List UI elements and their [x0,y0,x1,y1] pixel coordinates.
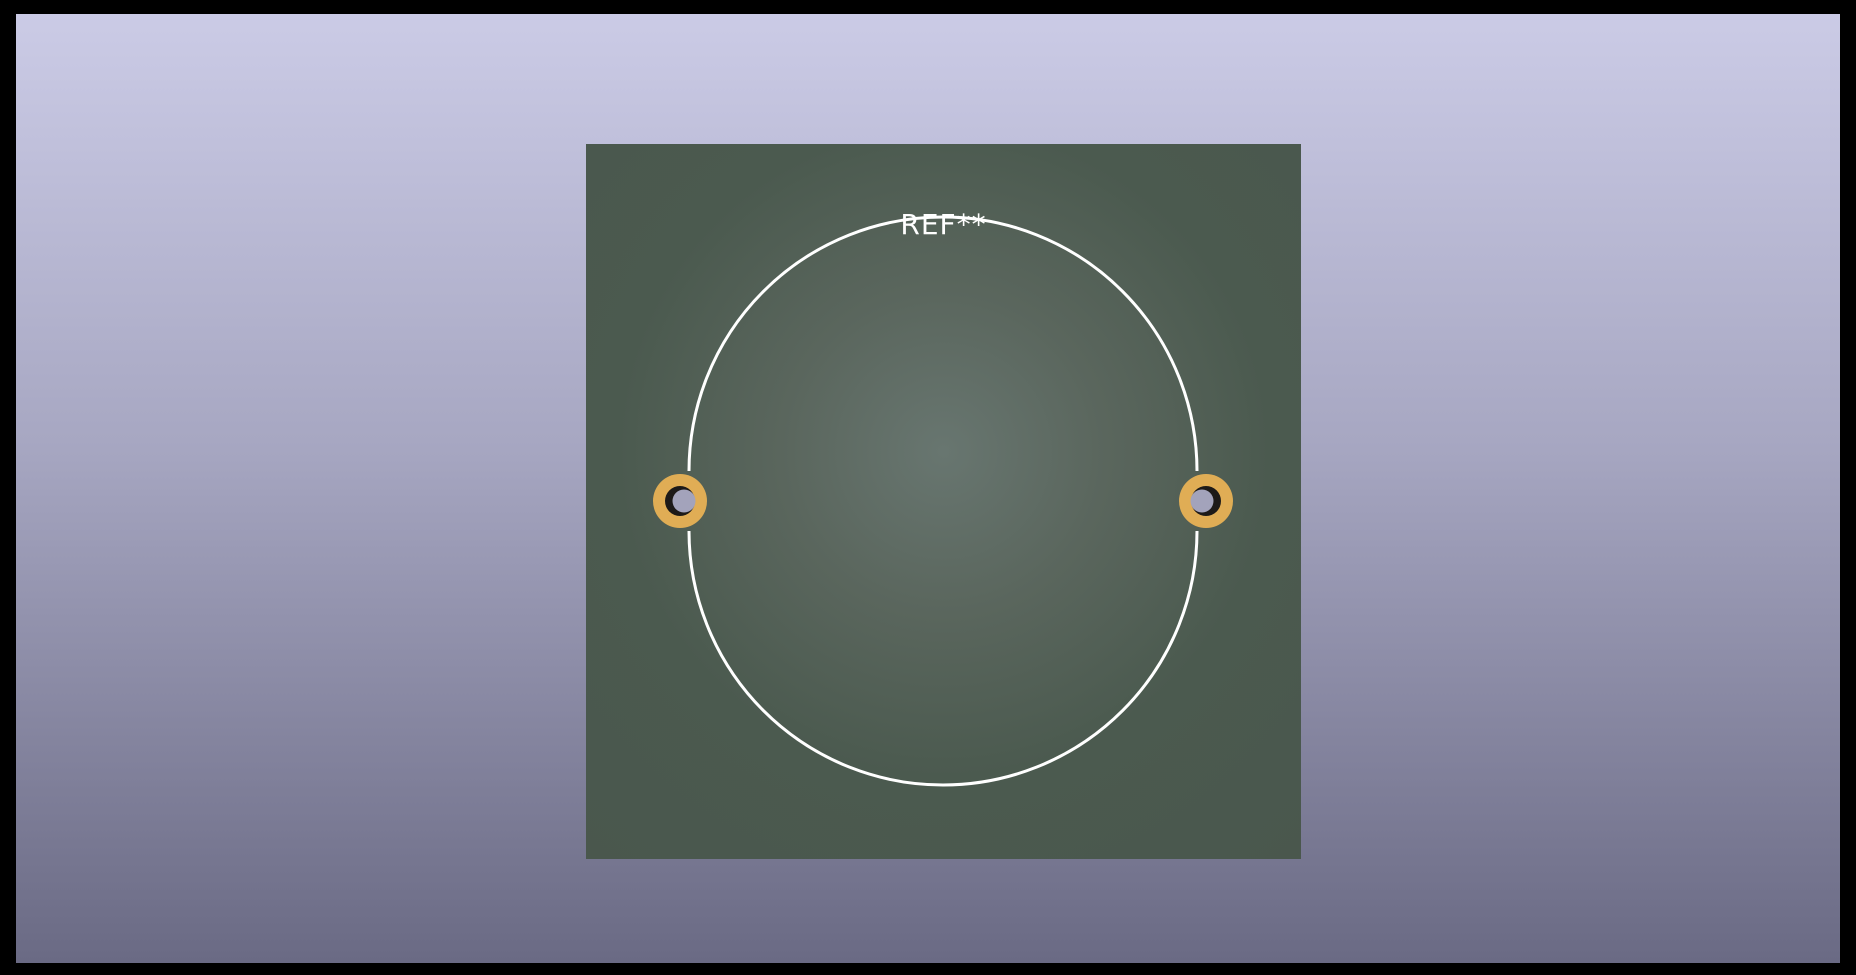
reference-designator: REF** [900,208,987,241]
3d-viewport[interactable]: REF** [16,14,1840,963]
silkscreen-outline-bottom-arc [687,530,1199,787]
silkscreen-outline-top-arc [687,215,1199,472]
footprint-graphics [653,215,1233,787]
pcb-board[interactable]: REF** [586,144,1301,859]
pad-2[interactable] [1179,474,1233,528]
pad-1[interactable] [653,474,707,528]
window-frame: REF** [0,0,1856,975]
